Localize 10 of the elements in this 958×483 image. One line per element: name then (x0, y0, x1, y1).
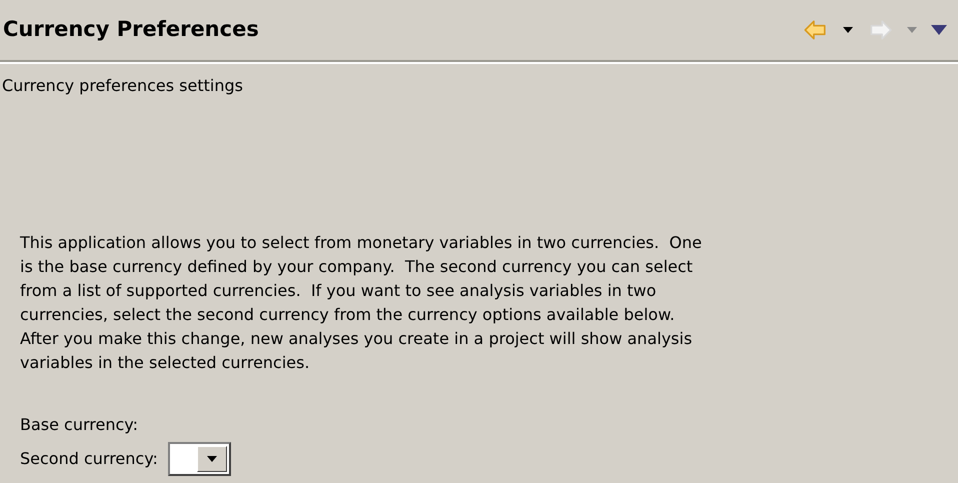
caret-icon (206, 456, 217, 462)
currency-combo-box[interactable] (168, 442, 231, 476)
field-label: Second currency: (20, 448, 158, 470)
field-label: Base currency: (20, 414, 138, 436)
view-menu-icon[interactable] (931, 25, 947, 35)
page-title: Currency Preferences (3, 16, 259, 44)
dropdown-caret-icon[interactable] (843, 27, 853, 33)
subtitle: Currency preferences settings (1, 76, 243, 95)
dropdown-button[interactable] (196, 446, 227, 472)
description-paragraph: This application allows you to select from monetary variables in two currencies. One is the base currency defined by your company. The second currency you can select from a list of supported currencies. If you want to see analysis variables in two currencies, select the second currency from the currency options available below. After you make this change, new analyses you create in a project will show analysis variables in the selected currencies. (20, 232, 703, 374)
